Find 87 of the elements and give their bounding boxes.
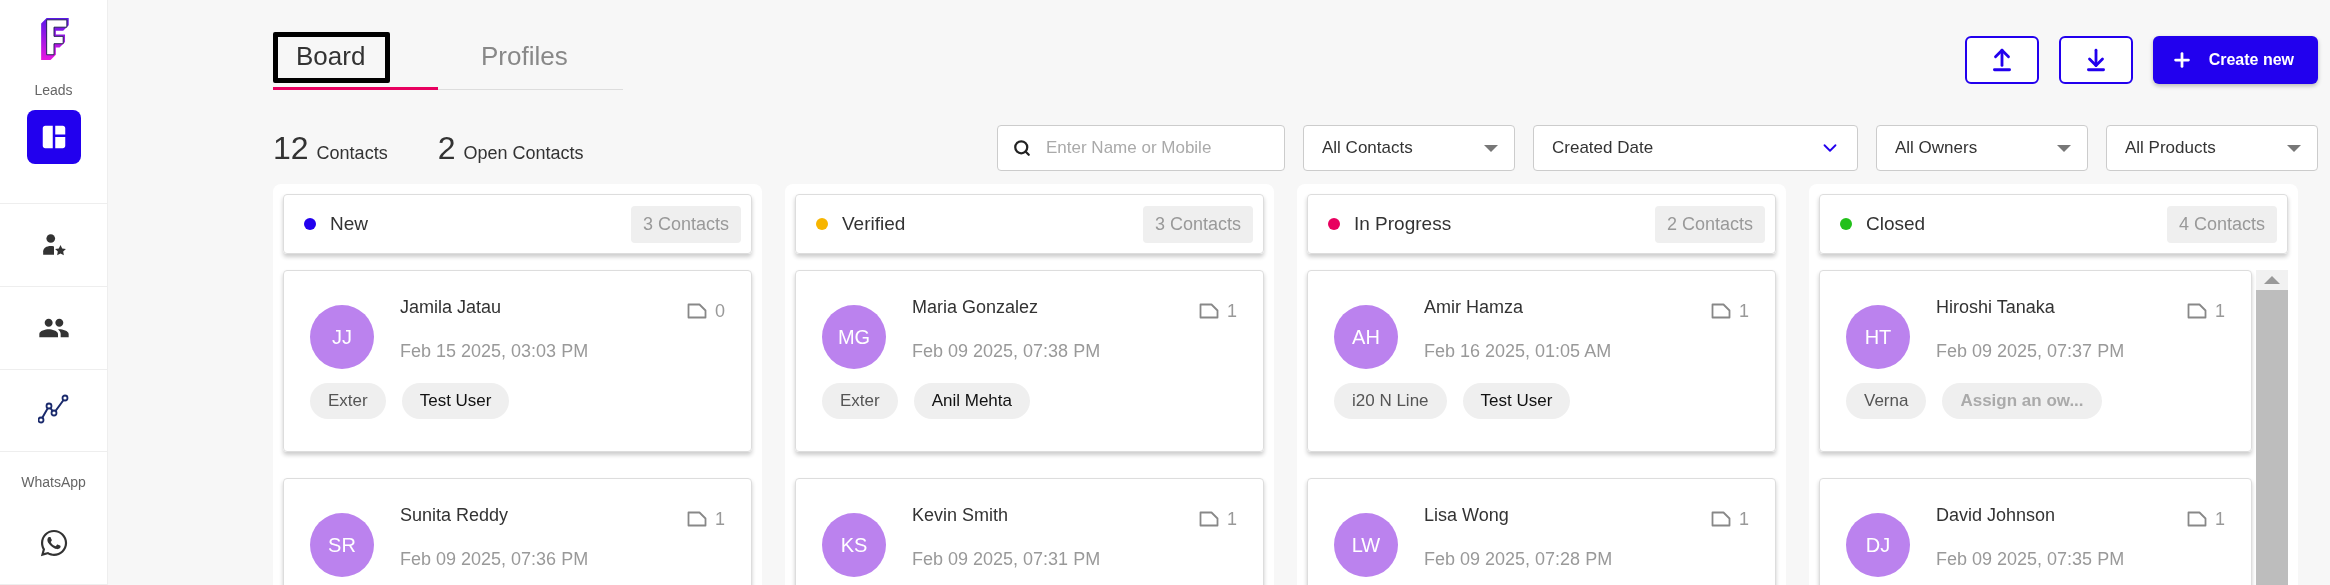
contact-name: Lisa Wong bbox=[1424, 505, 1510, 527]
filter-dropdown[interactable]: All Owners bbox=[1876, 125, 2088, 171]
contact-name: Kevin Smith bbox=[912, 505, 1010, 527]
avatar: JJ bbox=[310, 305, 374, 369]
column-title: In Progress bbox=[1354, 213, 1453, 235]
notes-count: 1 bbox=[2187, 505, 2225, 533]
contact-name: Jamila Jatau bbox=[400, 297, 503, 319]
date-sort-dropdown[interactable]: Created Date bbox=[1533, 125, 1858, 171]
avatar: SR bbox=[310, 513, 374, 577]
contact-card[interactable]: MG Maria Gonzalez 1 Feb 09 2025, 07:38 PM Exter Anil Mehta bbox=[795, 270, 1264, 452]
whatsapp-icon bbox=[38, 528, 69, 559]
contact-date: Feb 15 2025, 03:03 PM bbox=[400, 341, 590, 363]
contact-date: Feb 09 2025, 07:35 PM bbox=[1936, 549, 2126, 571]
product-tag: Exter bbox=[310, 383, 386, 419]
notes-count: 1 bbox=[2187, 297, 2225, 325]
column-title: New bbox=[330, 213, 369, 235]
notes-count: 1 bbox=[1199, 505, 1237, 533]
note-icon bbox=[1711, 303, 1731, 319]
notes-count: 1 bbox=[687, 505, 725, 533]
column-title: Verified bbox=[842, 213, 907, 235]
download-button[interactable] bbox=[2058, 36, 2133, 84]
contact-name: Hiroshi Tanaka bbox=[1936, 297, 2056, 319]
avatar: HT bbox=[1846, 305, 1910, 369]
contact-date: Feb 16 2025, 01:05 AM bbox=[1424, 341, 1613, 363]
product-tag: Exter bbox=[822, 383, 898, 419]
contact-date: Feb 09 2025, 07:28 PM bbox=[1424, 549, 1614, 571]
contact-count: 3 Contacts bbox=[1142, 205, 1253, 243]
contact-card[interactable]: AH Amir Hamza 1 Feb 16 2025, 01:05 AM i20 N Line Test User bbox=[1307, 270, 1776, 452]
note-icon bbox=[1199, 511, 1219, 527]
upload-button[interactable] bbox=[1964, 36, 2039, 84]
owner-tag: Test User bbox=[401, 383, 510, 419]
note-icon bbox=[1199, 303, 1219, 319]
avatar: KS bbox=[822, 513, 886, 577]
person-star-icon bbox=[40, 231, 67, 258]
contact-count: 3 Contacts bbox=[630, 205, 741, 243]
notes-count: 1 bbox=[1199, 297, 1237, 325]
search-icon bbox=[1013, 139, 1031, 157]
caret-icon bbox=[2057, 144, 2071, 152]
avatar: AH bbox=[1334, 305, 1398, 369]
sidebar-section-label: WhatsApp bbox=[21, 474, 86, 491]
search-field[interactable]: Enter Name or Mobile bbox=[997, 125, 1285, 171]
contact-name: Sunita Reddy bbox=[400, 505, 510, 527]
contact-name: Maria Gonzalez bbox=[912, 297, 1040, 319]
contact-date: Feb 09 2025, 07:31 PM bbox=[912, 549, 1102, 571]
contact-date: Feb 09 2025, 07:37 PM bbox=[1936, 341, 2126, 363]
notes-count: 0 bbox=[687, 297, 725, 325]
caret-icon bbox=[1484, 144, 1498, 152]
stat-value: 12 bbox=[273, 129, 309, 167]
avatar: MG bbox=[822, 305, 886, 369]
owner-tag: Test User bbox=[1462, 383, 1571, 419]
contact-name: David Johnson bbox=[1936, 505, 2057, 527]
contact-card[interactable]: KS Kevin Smith 1 Feb 09 2025, 07:31 PM bbox=[795, 478, 1264, 585]
create-new-button[interactable]: Create new bbox=[2152, 36, 2318, 84]
notes-count: 1 bbox=[1711, 505, 1749, 533]
contact-date: Feb 09 2025, 07:36 PM bbox=[400, 549, 590, 571]
contact-name: Amir Hamza bbox=[1424, 297, 1524, 319]
column-title: Closed bbox=[1866, 213, 1927, 235]
avatar: DJ bbox=[1846, 513, 1910, 577]
note-icon bbox=[2187, 303, 2207, 319]
contact-card[interactable]: LW Lisa Wong 1 Feb 09 2025, 07:28 PM bbox=[1307, 478, 1776, 585]
sidebar-nav-button[interactable] bbox=[26, 110, 81, 165]
stat-label: Open Contacts bbox=[463, 142, 584, 164]
contact-count: 2 Contacts bbox=[1654, 205, 1765, 243]
filter-dropdown[interactable]: All Products bbox=[2106, 125, 2318, 171]
contact-count: 4 Contacts bbox=[2166, 205, 2277, 243]
scrollbar[interactable] bbox=[2256, 270, 2288, 585]
contact-card[interactable]: SR Sunita Reddy 1 Feb 09 2025, 07:36 PM bbox=[283, 478, 752, 585]
owner-tag: Assign an ow... bbox=[1942, 383, 2102, 419]
contact-card[interactable]: JJ Jamila Jatau 0 Feb 15 2025, 03:03 PM Exter Test User bbox=[283, 270, 752, 452]
owner-tag: Anil Mehta bbox=[913, 383, 1030, 419]
sidebar-section-label: Leads bbox=[34, 82, 73, 99]
scroll-up-icon bbox=[2264, 276, 2280, 284]
contact-date: Feb 09 2025, 07:38 PM bbox=[912, 341, 1102, 363]
avatar: LW bbox=[1334, 513, 1398, 577]
product-tag: Verna bbox=[1846, 383, 1927, 419]
note-icon bbox=[687, 511, 707, 527]
contact-card[interactable]: HT Hiroshi Tanaka 1 Feb 09 2025, 07:37 PM Verna Assign an ow... bbox=[1819, 270, 2252, 452]
note-icon bbox=[1711, 511, 1731, 527]
filter-dropdown[interactable]: All Contacts bbox=[1303, 125, 1515, 171]
note-icon bbox=[2187, 511, 2207, 527]
notes-count: 1 bbox=[1711, 297, 1749, 325]
stat-label: Contacts bbox=[316, 142, 388, 164]
note-icon bbox=[687, 303, 707, 319]
caret-icon bbox=[2287, 144, 2301, 152]
stat-value: 2 bbox=[437, 129, 456, 167]
product-tag: i20 N Line bbox=[1334, 383, 1447, 419]
contact-card[interactable]: DJ David Johnson 1 Feb 09 2025, 07:35 PM bbox=[1819, 478, 2252, 585]
